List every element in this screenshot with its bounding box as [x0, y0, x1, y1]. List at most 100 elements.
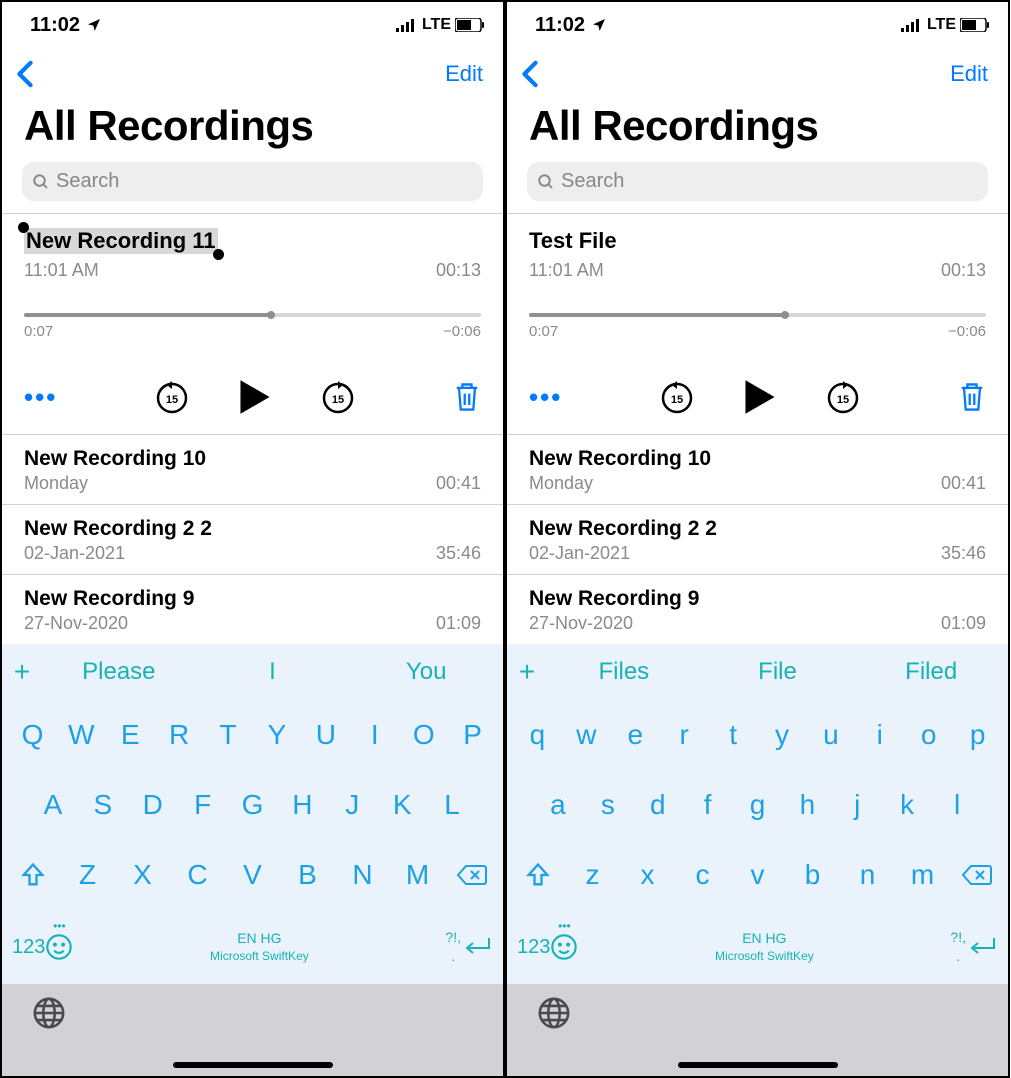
backspace-key[interactable]	[447, 863, 497, 887]
key[interactable]: N	[337, 859, 388, 891]
search-input[interactable]: Search	[527, 162, 988, 201]
suggestion[interactable]: You	[349, 658, 503, 686]
key[interactable]: k	[882, 789, 932, 821]
key[interactable]: G	[228, 789, 278, 821]
key[interactable]: z	[567, 859, 618, 891]
key[interactable]: I	[350, 719, 399, 751]
recording-row[interactable]: New Recording 9 27-Nov-202001:09	[2, 574, 503, 644]
key[interactable]: y	[758, 719, 807, 751]
key[interactable]: u	[806, 719, 855, 751]
suggestion[interactable]: Filed	[854, 658, 1008, 686]
recording-row[interactable]: New Recording 2 2 02-Jan-202135:46	[2, 504, 503, 574]
key[interactable]: E	[106, 719, 155, 751]
shift-key[interactable]	[8, 861, 58, 889]
emoji-key[interactable]: •••	[550, 933, 578, 961]
punctuation-key[interactable]: ?!, .	[950, 929, 966, 965]
key[interactable]: b	[787, 859, 838, 891]
key[interactable]: A	[28, 789, 78, 821]
delete-button[interactable]	[958, 381, 986, 413]
key[interactable]: U	[301, 719, 350, 751]
selection-handle-end[interactable]	[213, 249, 224, 260]
key[interactable]: a	[533, 789, 583, 821]
expand-suggestions-button[interactable]: +	[2, 656, 42, 688]
recording-row[interactable]: New Recording 9 27-Nov-202001:09	[507, 574, 1008, 644]
key[interactable]: f	[683, 789, 733, 821]
back-button[interactable]	[521, 60, 539, 88]
more-button[interactable]: •••	[529, 382, 562, 413]
key[interactable]: R	[155, 719, 204, 751]
key[interactable]: i	[855, 719, 904, 751]
key[interactable]: s	[583, 789, 633, 821]
key[interactable]: Z	[62, 859, 113, 891]
key[interactable]: C	[172, 859, 223, 891]
key[interactable]: g	[733, 789, 783, 821]
key[interactable]: H	[277, 789, 327, 821]
key[interactable]: p	[953, 719, 1002, 751]
globe-key[interactable]	[32, 996, 66, 1030]
key[interactable]: h	[782, 789, 832, 821]
key[interactable]: t	[709, 719, 758, 751]
space-key[interactable]: EN HG Microsoft SwiftKey	[578, 930, 950, 963]
punctuation-key[interactable]: ?!, .	[445, 929, 461, 965]
edit-button[interactable]: Edit	[445, 61, 483, 87]
selection-handle-start[interactable]	[18, 222, 29, 233]
recording-row[interactable]: New Recording 10 Monday00:41	[2, 434, 503, 504]
recording-row[interactable]: New Recording 10 Monday00:41	[507, 434, 1008, 504]
key[interactable]: M	[392, 859, 443, 891]
key[interactable]: T	[204, 719, 253, 751]
key[interactable]: X	[117, 859, 168, 891]
key[interactable]: D	[128, 789, 178, 821]
key[interactable]: P	[448, 719, 497, 751]
return-key[interactable]	[966, 934, 998, 960]
recording-row[interactable]: New Recording 2 2 02-Jan-202135:46	[507, 504, 1008, 574]
playback-scrubber[interactable]	[529, 313, 986, 317]
back-button[interactable]	[16, 60, 34, 88]
key[interactable]: B	[282, 859, 333, 891]
more-button[interactable]: •••	[24, 382, 57, 413]
globe-key[interactable]	[537, 996, 571, 1030]
key[interactable]: c	[677, 859, 728, 891]
space-key[interactable]: EN HG Microsoft SwiftKey	[73, 930, 445, 963]
play-button[interactable]	[743, 378, 777, 416]
key[interactable]: q	[513, 719, 562, 751]
expanded-recording[interactable]: New Recording 11 11:01 AM 00:13 0:07 −0:…	[2, 214, 503, 434]
key[interactable]: x	[622, 859, 673, 891]
suggestion[interactable]: Please	[42, 658, 196, 686]
home-indicator[interactable]	[678, 1062, 838, 1068]
suggestion[interactable]: I	[196, 658, 350, 686]
recording-title-editable[interactable]: New Recording 11	[24, 228, 218, 254]
numeric-key[interactable]: 123	[12, 936, 45, 959]
suggestion[interactable]: File	[701, 658, 855, 686]
return-key[interactable]	[461, 934, 493, 960]
key[interactable]: Q	[8, 719, 57, 751]
key[interactable]: W	[57, 719, 106, 751]
rewind-15-button[interactable]: 15	[154, 379, 190, 415]
delete-button[interactable]	[453, 381, 481, 413]
search-input[interactable]: Search	[22, 162, 483, 201]
key[interactable]: L	[427, 789, 477, 821]
forward-15-button[interactable]: 15	[825, 379, 861, 415]
key[interactable]: O	[399, 719, 448, 751]
key[interactable]: o	[904, 719, 953, 751]
playback-scrubber[interactable]	[24, 313, 481, 317]
suggestion[interactable]: Files	[547, 658, 701, 686]
key[interactable]: l	[932, 789, 982, 821]
play-button[interactable]	[238, 378, 272, 416]
edit-button[interactable]: Edit	[950, 61, 988, 87]
key[interactable]: Y	[253, 719, 302, 751]
home-indicator[interactable]	[173, 1062, 333, 1068]
key[interactable]: S	[78, 789, 128, 821]
key[interactable]: m	[897, 859, 948, 891]
key[interactable]: r	[660, 719, 709, 751]
recording-title-editable[interactable]: Test File	[529, 228, 617, 253]
expanded-recording[interactable]: Test File 11:01 AM 00:13 0:07 −0:06 ••• …	[507, 214, 1008, 434]
expand-suggestions-button[interactable]: +	[507, 656, 547, 688]
backspace-key[interactable]	[952, 863, 1002, 887]
key[interactable]: n	[842, 859, 893, 891]
key[interactable]: e	[611, 719, 660, 751]
key[interactable]: d	[633, 789, 683, 821]
shift-key[interactable]	[513, 861, 563, 889]
forward-15-button[interactable]: 15	[320, 379, 356, 415]
key[interactable]: v	[732, 859, 783, 891]
key[interactable]: V	[227, 859, 278, 891]
